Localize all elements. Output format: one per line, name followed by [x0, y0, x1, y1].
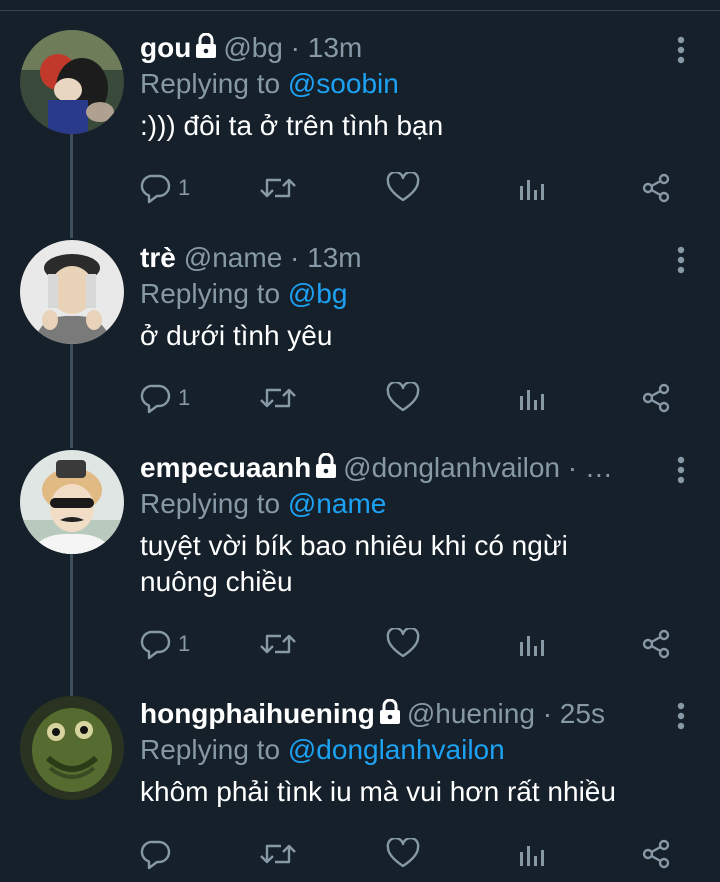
analytics-icon	[520, 636, 544, 656]
reply-count: 1	[178, 631, 191, 656]
reply-icon	[140, 174, 171, 204]
tweet[interactable]: empecuaanh @donglanhvailon · … Replying t…	[0, 450, 720, 680]
analytics-button[interactable]	[518, 626, 546, 662]
reply-button[interactable]: 1	[140, 380, 190, 416]
share-icon	[642, 839, 670, 869]
replying-to: Replying to @bg	[140, 276, 347, 312]
share-button[interactable]	[640, 380, 672, 416]
top-divider	[0, 10, 720, 11]
reply-icon	[140, 840, 171, 870]
more-vertical-icon[interactable]	[676, 36, 686, 69]
avatar[interactable]	[20, 696, 124, 800]
heart-icon	[386, 838, 420, 868]
retweet-button[interactable]	[258, 170, 298, 206]
analytics-button[interactable]	[518, 170, 546, 206]
handle-time[interactable]: @name · 13m	[184, 242, 362, 273]
tweet-actions: 1	[140, 170, 700, 206]
reply-button[interactable]: 1	[140, 626, 190, 662]
retweet-button[interactable]	[258, 380, 298, 416]
reply-count: 1	[178, 385, 191, 410]
retweet-icon	[260, 634, 296, 654]
tweet-text: khôm phải tìnk iu mà vui hơn rất nhiều	[140, 776, 616, 807]
share-icon	[642, 173, 670, 203]
like-button[interactable]	[386, 170, 420, 206]
replying-label: Replying to	[140, 278, 288, 309]
analytics-button[interactable]	[518, 380, 546, 416]
share-icon	[642, 383, 670, 413]
mention-link[interactable]: @donglanhvailon	[288, 734, 505, 765]
handle-time[interactable]: @bg · 13m	[223, 32, 362, 63]
share-button[interactable]	[640, 626, 672, 662]
heart-icon	[386, 382, 420, 412]
handle-time[interactable]: @huening · 25s	[407, 698, 605, 729]
tweet-header: trè @name · 13m	[140, 240, 362, 276]
tweet-header: hongphaihuening @huening · 25s	[140, 696, 605, 732]
reply-button[interactable]: 1	[140, 170, 190, 206]
more-vertical-icon[interactable]	[676, 702, 686, 735]
mention-link[interactable]: @soobin	[288, 68, 399, 99]
tweet[interactable]: hongphaihuening @huening · 25s Replying t…	[0, 696, 720, 882]
replying-to: Replying to @donglanhvailon	[140, 732, 505, 768]
tweet-actions: 1	[140, 380, 700, 416]
analytics-icon	[520, 846, 544, 866]
reply-count: 1	[178, 175, 191, 200]
retweet-button[interactable]	[258, 836, 298, 872]
like-button[interactable]	[386, 836, 420, 872]
tweet[interactable]: trè @name · 13m Replying to @bg ở dưới tì…	[0, 240, 720, 440]
heart-icon	[386, 172, 420, 202]
display-name[interactable]: gou	[140, 32, 191, 63]
replying-to: Replying to @name	[140, 486, 386, 522]
tweet[interactable]: gou @bg · 13m Replying to @soobin :))) đô…	[0, 30, 720, 230]
tweet-text: :))) đôi ta ở trên tình bạn	[140, 110, 444, 141]
tweet-text: ở dưới tình yêu	[140, 320, 333, 351]
retweet-icon	[260, 178, 296, 198]
mention-link[interactable]: @bg	[288, 278, 348, 309]
retweet-icon	[260, 388, 296, 408]
like-button[interactable]	[386, 380, 420, 416]
avatar[interactable]	[20, 30, 124, 134]
handle-time[interactable]: @donglanhvailon · …	[343, 452, 613, 483]
more-vertical-icon[interactable]	[676, 246, 686, 279]
tweet-actions: 1	[140, 626, 700, 662]
lock-icon	[315, 452, 337, 488]
lock-icon	[379, 698, 401, 734]
display-name[interactable]: trè	[140, 242, 176, 273]
replying-label: Replying to	[140, 734, 288, 765]
analytics-button[interactable]	[518, 836, 546, 872]
reply-icon	[140, 384, 171, 414]
display-name[interactable]: hongphaihuening	[140, 698, 375, 729]
reply-icon	[140, 630, 171, 660]
reply-button[interactable]	[140, 836, 178, 872]
replying-label: Replying to	[140, 488, 288, 519]
tweet-actions	[140, 836, 700, 872]
mention-link[interactable]: @name	[288, 488, 386, 519]
avatar[interactable]	[20, 240, 124, 344]
lock-icon	[195, 32, 217, 68]
replying-label: Replying to	[140, 68, 288, 99]
more-vertical-icon[interactable]	[676, 456, 686, 489]
avatar[interactable]	[20, 450, 124, 554]
share-button[interactable]	[640, 170, 672, 206]
retweet-icon	[260, 844, 296, 864]
analytics-icon	[520, 180, 544, 200]
analytics-icon	[520, 390, 544, 410]
share-icon	[642, 629, 670, 659]
share-button[interactable]	[640, 836, 672, 872]
heart-icon	[386, 628, 420, 658]
tweet-header: gou @bg · 13m	[140, 30, 362, 66]
tweet-header: empecuaanh @donglanhvailon · …	[140, 450, 613, 486]
replying-to: Replying to @soobin	[140, 66, 399, 102]
like-button[interactable]	[386, 626, 420, 662]
display-name[interactable]: empecuaanh	[140, 452, 311, 483]
tweet-text: tuyệt vời bík bao nhiêu khi có ngừi nuôn…	[140, 530, 568, 597]
retweet-button[interactable]	[258, 626, 298, 662]
